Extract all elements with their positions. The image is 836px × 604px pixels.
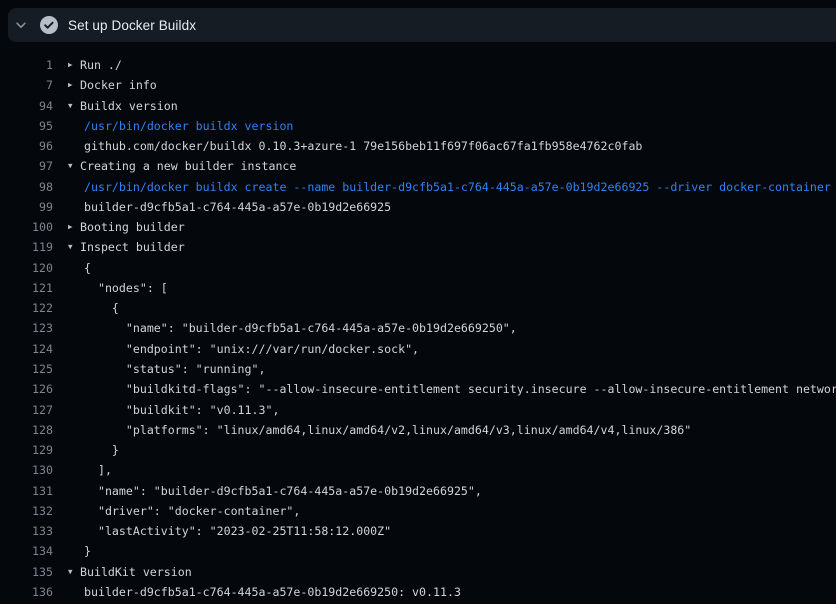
line-number[interactable]: 134	[0, 541, 53, 561]
line-number[interactable]: 135	[0, 562, 53, 582]
line-number[interactable]: 96	[0, 136, 53, 156]
line-number[interactable]: 133	[0, 521, 53, 541]
log-line: 131 "name": "builder-d9cfb5a1-c764-445a-…	[0, 481, 836, 501]
log-line: 128 "platforms": "linux/amd64,linux/amd6…	[0, 420, 836, 440]
line-number[interactable]: 121	[0, 278, 53, 298]
line-number[interactable]: 1	[0, 55, 53, 75]
log-output-text: {	[84, 258, 91, 278]
triangle-down-icon[interactable]: ▼	[68, 237, 80, 257]
triangle-right-icon[interactable]: ▶	[68, 217, 80, 237]
triangle-right-icon[interactable]: ▶	[68, 55, 80, 75]
line-number[interactable]: 94	[0, 96, 53, 116]
step-title: Set up Docker Buildx	[68, 18, 196, 33]
line-number[interactable]: 130	[0, 460, 53, 480]
log-line: 126 "buildkitd-flags": "--allow-insecure…	[0, 379, 836, 399]
log-line: 121 "nodes": [	[0, 278, 836, 298]
log-output-text: builder-d9cfb5a1-c764-445a-a57e-0b19d2e6…	[84, 582, 461, 602]
log-output-text: }	[84, 541, 91, 561]
log-line: 123 "name": "builder-d9cfb5a1-c764-445a-…	[0, 318, 836, 338]
log-line: 135 ▼BuildKit version	[0, 562, 836, 582]
line-number[interactable]: 97	[0, 156, 53, 176]
log-group-title[interactable]: BuildKit version	[80, 562, 192, 582]
log-line: 130 ],	[0, 460, 836, 480]
check-circle-icon	[40, 16, 58, 34]
line-number[interactable]: 136	[0, 582, 53, 602]
line-number[interactable]: 120	[0, 258, 53, 278]
log-line: 129 }	[0, 440, 836, 460]
log-line: 136 builder-d9cfb5a1-c764-445a-a57e-0b19d…	[0, 582, 836, 602]
line-number[interactable]: 126	[0, 379, 53, 399]
triangle-down-icon[interactable]: ▼	[68, 562, 80, 582]
log-output-text: "driver": "docker-container",	[84, 501, 300, 521]
log-line: 124 "endpoint": "unix:///var/run/docker.…	[0, 339, 836, 359]
triangle-down-icon[interactable]: ▼	[68, 156, 80, 176]
log-line: 7 ▶Docker info	[0, 75, 836, 95]
line-number[interactable]: 128	[0, 420, 53, 440]
line-number[interactable]: 125	[0, 359, 53, 379]
log-output-text: "buildkit": "v0.11.3",	[84, 400, 279, 420]
log-line: 100 ▶Booting builder	[0, 217, 836, 237]
log-output-text: "status": "running",	[84, 359, 265, 379]
step-header[interactable]: Set up Docker Buildx	[8, 8, 836, 42]
log-output-text: "name": "builder-d9cfb5a1-c764-445a-a57e…	[84, 481, 482, 501]
log-line: 99 builder-d9cfb5a1-c764-445a-a57e-0b19d2…	[0, 197, 836, 217]
log-output-text: "nodes": [	[84, 278, 168, 298]
log-line: 1 ▶Run ./	[0, 55, 836, 75]
line-number[interactable]: 129	[0, 440, 53, 460]
log-output-text: github.com/docker/buildx 0.10.3+azure-1 …	[84, 136, 642, 156]
log-group-title[interactable]: Creating a new builder instance	[80, 156, 296, 176]
log-output-text: "name": "builder-d9cfb5a1-c764-445a-a57e…	[84, 318, 517, 338]
log-lines: 1▶Run ./7▶Docker info94▼Buildx version95…	[0, 55, 836, 602]
log-group-title[interactable]: Buildx version	[80, 96, 178, 116]
log-line: 119 ▼Inspect builder	[0, 237, 836, 257]
chevron-down-icon[interactable]	[14, 18, 28, 32]
line-number[interactable]: 100	[0, 217, 53, 237]
line-number[interactable]: 127	[0, 400, 53, 420]
line-number[interactable]: 95	[0, 116, 53, 136]
triangle-down-icon[interactable]: ▼	[68, 96, 80, 116]
log-line: 122 {	[0, 298, 836, 318]
log-output-text: builder-d9cfb5a1-c764-445a-a57e-0b19d2e6…	[84, 197, 391, 217]
log-line: 96 github.com/docker/buildx 0.10.3+azure-…	[0, 136, 836, 156]
log-line: 125 "status": "running",	[0, 359, 836, 379]
log-group-title[interactable]: Run ./	[80, 55, 122, 75]
triangle-right-icon[interactable]: ▶	[68, 75, 80, 95]
log-line: 97 ▼Creating a new builder instance	[0, 156, 836, 176]
log-output-text: "buildkitd-flags": "--allow-insecure-ent…	[84, 379, 836, 399]
line-number[interactable]: 7	[0, 75, 53, 95]
log-output-text: "platforms": "linux/amd64,linux/amd64/v2…	[84, 420, 691, 440]
log-output-text: ],	[84, 460, 112, 480]
line-number[interactable]: 98	[0, 177, 53, 197]
line-number[interactable]: 123	[0, 318, 53, 338]
log-line: 95/usr/bin/docker buildx version	[0, 116, 836, 136]
log-output-text: "endpoint": "unix:///var/run/docker.sock…	[84, 339, 419, 359]
log-group-title[interactable]: Docker info	[80, 75, 157, 95]
line-number[interactable]: 124	[0, 339, 53, 359]
line-number[interactable]: 99	[0, 197, 53, 217]
log-output-text: {	[84, 298, 119, 318]
log-line: 127 "buildkit": "v0.11.3",	[0, 400, 836, 420]
log-line: 134}	[0, 541, 836, 561]
log-group-title[interactable]: Booting builder	[80, 217, 185, 237]
log-output-text: "lastActivity": "2023-02-25T11:58:12.000…	[84, 521, 391, 541]
log-line: 94 ▼Buildx version	[0, 96, 836, 116]
line-number[interactable]: 132	[0, 501, 53, 521]
log-line: 133 "lastActivity": "2023-02-25T11:58:12…	[0, 521, 836, 541]
log-group-title[interactable]: Inspect builder	[80, 237, 185, 257]
line-number[interactable]: 122	[0, 298, 53, 318]
line-number[interactable]: 119	[0, 237, 53, 257]
log-line: 98/usr/bin/docker buildx create --name b…	[0, 177, 836, 197]
log-line: 120 {	[0, 258, 836, 278]
log-output-text: }	[84, 440, 119, 460]
log-command-text: /usr/bin/docker buildx version	[84, 116, 293, 136]
log-command-text: /usr/bin/docker buildx create --name bui…	[84, 177, 831, 197]
line-number[interactable]: 131	[0, 481, 53, 501]
log-line: 132 "driver": "docker-container",	[0, 501, 836, 521]
